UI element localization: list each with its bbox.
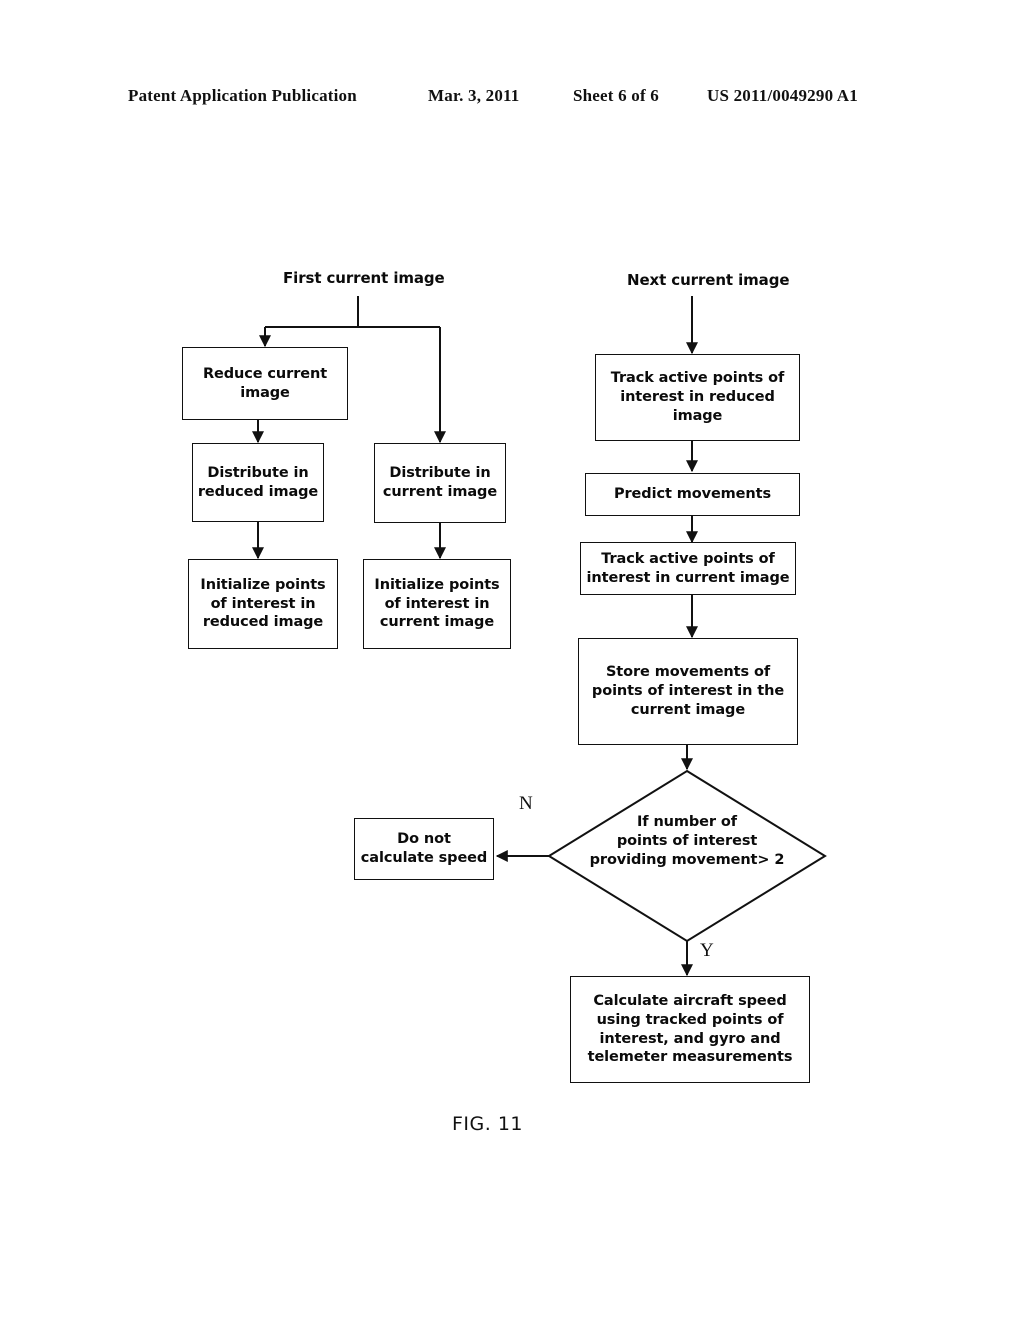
branch-label-no: N [519, 793, 533, 814]
node-track-active-points-current-image[interactable]: Track active points of interest in curre… [580, 542, 796, 595]
node-predict-movements[interactable]: Predict movements [585, 473, 800, 516]
node-store-movements-label: Store movements of points of interest in… [591, 664, 785, 718]
branch-label-yes: Y [700, 940, 714, 961]
node-initialize-points-reduced-image[interactable]: Initialize points of interest in reduced… [188, 559, 338, 649]
decision-line-3: providing movement> 2 [589, 852, 785, 869]
node-initialize-points-current-image-label: Initialize points of interest in current… [374, 576, 500, 631]
node-initialize-points-reduced-image-label: Initialize points of interest in reduced… [200, 576, 326, 631]
decision-diamond-text[interactable]: If number of points of interest providin… [547, 813, 827, 870]
figure-flowchart: First current image Next current image R… [0, 0, 1024, 1320]
node-distribute-in-reduced-image[interactable]: Distribute in reduced image [192, 443, 324, 522]
decision-line-2: points of interest [616, 833, 758, 850]
node-calculate-aircraft-speed-label: Calculate aircraft speed using tracked p… [587, 992, 793, 1066]
node-predict-movements-label: Predict movements [613, 486, 772, 503]
node-do-not-calculate-speed-label: Do not calculate speed [360, 831, 488, 866]
figure-label: FIG. 11 [452, 1113, 524, 1135]
node-distribute-in-reduced-image-label: Distribute in reduced image [197, 464, 319, 500]
node-do-not-calculate-speed[interactable]: Do not calculate speed [354, 818, 494, 880]
node-calculate-aircraft-speed[interactable]: Calculate aircraft speed using tracked p… [570, 976, 810, 1083]
node-store-movements[interactable]: Store movements of points of interest in… [578, 638, 798, 745]
node-distribute-in-current-image[interactable]: Distribute in current image [374, 443, 506, 523]
node-reduce-current-image[interactable]: Reduce current image [182, 347, 348, 420]
node-track-active-points-current-image-label: Track active points of interest in curre… [586, 550, 790, 586]
caption-first-current-image: First current image [283, 269, 445, 287]
caption-next-current-image: Next current image [627, 271, 790, 289]
node-track-active-points-reduced-image[interactable]: Track active points of interest in reduc… [595, 354, 800, 441]
node-initialize-points-current-image[interactable]: Initialize points of interest in current… [363, 559, 511, 649]
decision-line-1: If number of [637, 814, 737, 830]
node-track-active-points-reduced-image-label: Track active points of interest in reduc… [610, 370, 785, 424]
node-reduce-current-image-label: Reduce current image [202, 365, 328, 401]
node-distribute-in-current-image-label: Distribute in current image [382, 465, 498, 500]
